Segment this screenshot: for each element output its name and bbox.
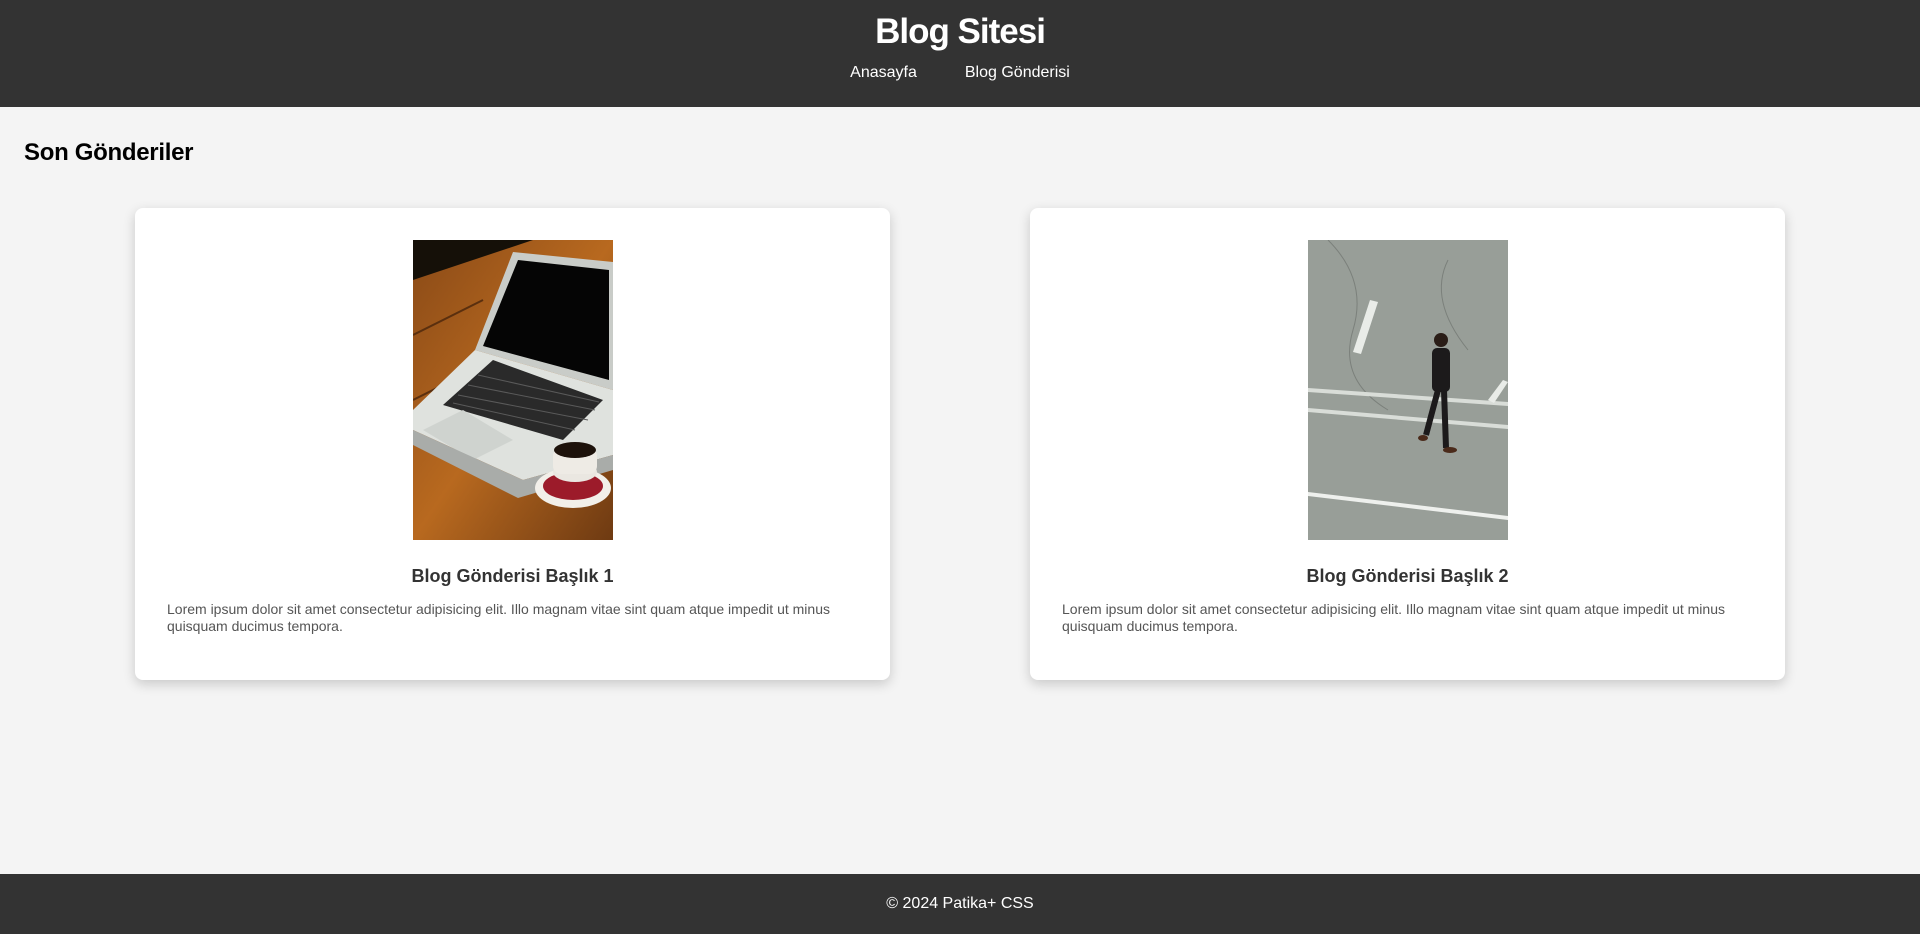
post-excerpt: Lorem ipsum dolor sit amet consectetur a… [1062,601,1725,634]
site-title: Blog Sitesi [875,12,1046,51]
post-title[interactable]: Blog Gönderisi Başlık 1 [135,564,890,588]
section-title: Son Gönderiler [24,139,194,166]
copyright-text: © 2024 Patika+ CSS [886,895,1034,912]
main-nav: Anasayfa Blog Gönderisi [0,61,1920,85]
nav-link-home[interactable]: Anasayfa [850,61,917,85]
blog-card[interactable]: Blog Gönderisi Başlık 2 Lorem ipsum dolo… [1030,208,1785,680]
blog-card[interactable]: Blog Gönderisi Başlık 1 Lorem ipsum dolo… [135,208,890,680]
laptop-coffee-photo[interactable] [413,240,613,540]
post-title[interactable]: Blog Gönderisi Başlık 2 [1030,564,1785,588]
post-excerpt: Lorem ipsum dolor sit amet consectetur a… [167,601,830,634]
nav-link-blog-post[interactable]: Blog Gönderisi [965,61,1070,85]
site-header: Blog Sitesi Anasayfa Blog Gönderisi [0,0,1920,107]
man-walking-street-photo[interactable] [1308,240,1508,540]
site-footer: © 2024 Patika+ CSS [0,874,1920,934]
